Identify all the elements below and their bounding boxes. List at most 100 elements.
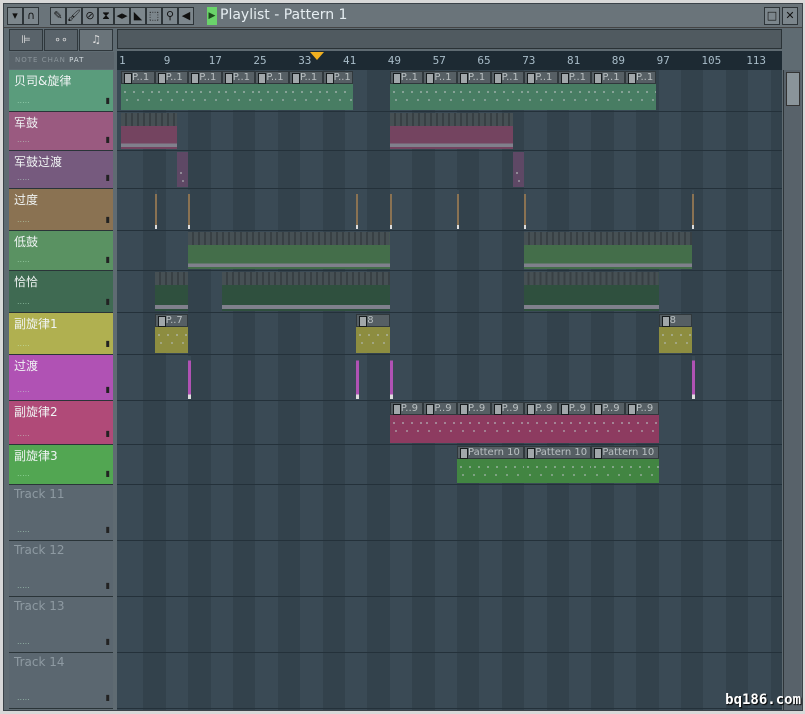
track-header[interactable]: 过度..... ▮ xyxy=(9,189,113,231)
pattern-clip[interactable]: 8 xyxy=(658,314,693,353)
pattern-clip[interactable]: P..1 xyxy=(423,71,457,110)
pattern-clip[interactable]: P..1 xyxy=(591,71,625,110)
tool-button[interactable]: ◀ xyxy=(178,7,194,25)
tab-playlist-view[interactable]: ⊫ xyxy=(9,29,43,51)
menu-arrow-icon-button[interactable]: ▾ xyxy=(7,7,23,25)
slip-icon-button[interactable]: ⧗ xyxy=(98,7,114,25)
pattern-clip[interactable]: P..1 xyxy=(154,71,189,110)
pattern-clip[interactable] xyxy=(188,190,191,229)
slice-icon-button[interactable]: ◂▸ xyxy=(114,7,130,25)
window-title[interactable]: Playlist - Pattern 1 xyxy=(220,7,347,23)
pattern-clip[interactable]: P..1 xyxy=(524,71,558,110)
pattern-clip[interactable]: P..9 xyxy=(389,402,424,443)
filter-note[interactable]: NOTE xyxy=(15,56,38,64)
song-position-marker[interactable] xyxy=(310,52,324,60)
pattern-clip[interactable]: P..9 xyxy=(625,402,659,443)
tab-patterns[interactable]: ♫ xyxy=(79,29,113,51)
brush-icon-button[interactable]: 🖌 xyxy=(66,7,82,25)
pattern-clip[interactable]: P..9 xyxy=(557,402,592,443)
track-header[interactable]: Track 14..... ▮ xyxy=(9,653,113,709)
pattern-clip[interactable] xyxy=(524,232,693,269)
scroll-thumb[interactable] xyxy=(786,72,800,106)
timeline-ruler[interactable]: 1 9 17 25 33 41 49 57 65 73 81 89 97 105 113 xyxy=(117,51,782,70)
maximize-button[interactable]: □ xyxy=(764,7,780,25)
pattern-clip[interactable] xyxy=(188,232,390,269)
mute-led-icon[interactable]: ▮ xyxy=(106,339,110,348)
pattern-clip[interactable] xyxy=(524,272,659,311)
pattern-clip[interactable]: P..1 xyxy=(389,71,424,110)
mute-led-icon[interactable]: ▮ xyxy=(106,385,110,394)
vertical-scrollbar[interactable] xyxy=(783,70,801,710)
pencil-icon-button[interactable]: ✎ xyxy=(50,7,66,25)
mute-icon-button[interactable]: ⊘ xyxy=(82,7,98,25)
select-icon-button[interactable]: ◣ xyxy=(130,7,146,25)
pattern-clip[interactable] xyxy=(154,190,157,229)
pattern-clip[interactable]: Pattern 10 xyxy=(524,446,592,483)
mute-led-icon[interactable]: ▮ xyxy=(106,637,110,646)
filter-pat[interactable]: PAT xyxy=(69,56,84,64)
pattern-clip[interactable]: P..9 xyxy=(524,402,558,443)
track-header[interactable]: 低鼓..... ▮ xyxy=(9,231,113,271)
track-header[interactable]: 副旋律3..... ▮ xyxy=(9,445,113,485)
zoom-icon-button[interactable]: ⬚ xyxy=(146,7,162,25)
pattern-clip[interactable] xyxy=(221,272,390,311)
track-header[interactable]: 副旋律1..... ▮ xyxy=(9,313,113,355)
mute-led-icon[interactable]: ▮ xyxy=(106,215,110,224)
pattern-clip[interactable]: P..1 xyxy=(557,71,592,110)
pattern-clip[interactable]: P..1 xyxy=(221,71,256,110)
pattern-clip[interactable]: 8 xyxy=(356,314,390,353)
track-header[interactable]: 恰恰..... ▮ xyxy=(9,271,113,313)
track-header[interactable]: Track 13..... ▮ xyxy=(9,597,113,653)
filter-chan[interactable]: CHAN xyxy=(42,56,66,64)
pattern-clip[interactable]: P..1 xyxy=(457,71,491,110)
magnet-icon-button[interactable]: ∩ xyxy=(23,7,39,25)
horizontal-scrollbar[interactable] xyxy=(117,29,782,49)
track-header[interactable]: 贝司&旋律..... ▮ xyxy=(9,70,113,112)
mute-led-icon[interactable]: ▮ xyxy=(106,297,110,306)
pattern-clip[interactable] xyxy=(154,272,189,311)
pattern-clip[interactable] xyxy=(389,190,392,229)
track-header[interactable]: 军鼓..... ▮ xyxy=(9,112,113,151)
pattern-clip[interactable] xyxy=(356,356,359,399)
mute-led-icon[interactable]: ▮ xyxy=(106,429,110,438)
pattern-clip[interactable] xyxy=(524,190,527,229)
pattern-clip[interactable]: P..9 xyxy=(423,402,457,443)
mute-led-icon[interactable]: ▮ xyxy=(106,255,110,264)
pattern-clip[interactable] xyxy=(177,152,189,187)
pattern-clip[interactable]: P..1 xyxy=(188,71,222,110)
track-header[interactable]: Track 12..... ▮ xyxy=(9,541,113,597)
track-header[interactable]: 过渡..... ▮ xyxy=(9,355,113,401)
pattern-clip[interactable]: P..1 xyxy=(625,71,656,110)
pattern-clip[interactable]: P..1 xyxy=(490,71,525,110)
pattern-clip[interactable]: P..1 xyxy=(255,71,289,110)
pattern-clip[interactable]: P..1 xyxy=(121,71,155,110)
pattern-clip[interactable] xyxy=(513,152,525,187)
mute-led-icon[interactable]: ▮ xyxy=(106,693,110,702)
pattern-clip[interactable]: P..9 xyxy=(490,402,525,443)
close-button[interactable]: ✕ xyxy=(782,7,798,25)
pattern-clip[interactable]: P..9 xyxy=(591,402,625,443)
pattern-clip[interactable]: P..1 xyxy=(322,71,354,110)
speaker-icon-button[interactable]: ⚲ xyxy=(162,7,178,25)
pattern-clip[interactable]: P..9 xyxy=(457,402,491,443)
pattern-clip[interactable] xyxy=(188,356,191,399)
pattern-clip[interactable]: P..1 xyxy=(289,71,323,110)
pattern-clip[interactable] xyxy=(356,190,359,229)
pattern-clip[interactable] xyxy=(692,190,695,229)
track-header[interactable]: 军鼓过渡..... ▮ xyxy=(9,151,113,189)
mute-led-icon[interactable]: ▮ xyxy=(106,96,110,105)
track-header[interactable]: 副旋律2..... ▮ xyxy=(9,401,113,445)
tab-automation[interactable]: ∘∘ xyxy=(44,29,78,51)
playlist-grid[interactable]: P..1 P..1 P..1 P..1 P..1 P..1 P..1 P..1 P..1 P..1… xyxy=(117,70,782,710)
pattern-clip[interactable]: Pattern 10 xyxy=(457,446,525,483)
mute-led-icon[interactable]: ▮ xyxy=(106,173,110,182)
pattern-clip[interactable] xyxy=(457,190,459,229)
pattern-clip[interactable] xyxy=(389,113,513,149)
mute-led-icon[interactable]: ▮ xyxy=(106,581,110,590)
pattern-clip[interactable]: P..7 xyxy=(154,314,189,353)
mute-led-icon[interactable]: ▮ xyxy=(106,525,110,534)
mute-led-icon[interactable]: ▮ xyxy=(106,469,110,478)
track-header[interactable]: Track 11..... ▮ xyxy=(9,485,113,541)
pattern-clip[interactable] xyxy=(389,356,393,399)
pattern-clip[interactable] xyxy=(692,356,695,399)
